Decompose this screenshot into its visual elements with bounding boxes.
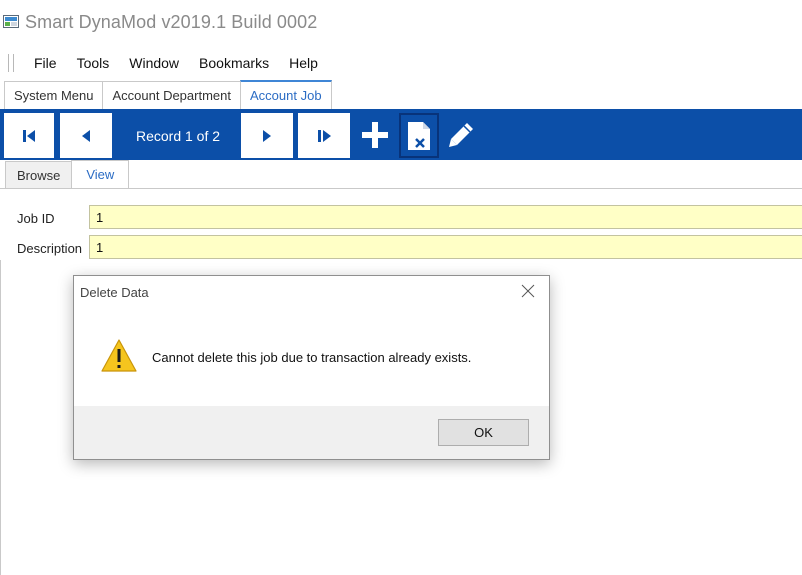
- menu-bookmarks[interactable]: Bookmarks: [189, 55, 279, 71]
- close-icon[interactable]: [520, 283, 536, 299]
- tab-system-menu[interactable]: System Menu: [4, 81, 104, 109]
- add-record-button[interactable]: [359, 119, 391, 151]
- panel-border: [0, 260, 1, 575]
- dialog-title: Delete Data: [80, 285, 149, 300]
- dialog-footer: OK: [74, 406, 549, 459]
- view-tabs: Browse View: [5, 160, 130, 188]
- document-tabs: System Menu Account Department Account J…: [4, 80, 332, 109]
- tab-view[interactable]: View: [71, 160, 130, 188]
- tab-account-job[interactable]: Account Job: [240, 80, 332, 109]
- previous-record-button[interactable]: [60, 113, 112, 158]
- first-record-button[interactable]: [4, 113, 54, 158]
- delete-record-button[interactable]: [399, 113, 439, 158]
- job-id-field[interactable]: 1: [89, 205, 802, 229]
- menu-help[interactable]: Help: [279, 55, 328, 71]
- next-record-icon: [263, 129, 271, 142]
- tab-divider: [0, 188, 802, 189]
- delete-data-dialog: Delete Data Cannot delete this job due t…: [73, 275, 550, 460]
- tab-account-department[interactable]: Account Department: [102, 81, 241, 109]
- next-record-button[interactable]: [241, 113, 293, 158]
- first-record-icon: [23, 129, 35, 142]
- record-position-label: Record 1 of 2: [135, 127, 221, 144]
- menu-window[interactable]: Window: [119, 55, 189, 71]
- record-navigator-toolbar: Record 1 of 2: [0, 109, 802, 160]
- menu-tools[interactable]: Tools: [67, 55, 120, 71]
- warning-icon: [100, 338, 138, 374]
- job-id-label: Job ID: [17, 211, 55, 226]
- delete-icon: [408, 121, 430, 150]
- menu-bar: File Tools Window Bookmarks Help: [0, 50, 802, 76]
- description-field[interactable]: 1: [89, 235, 802, 259]
- ok-button[interactable]: OK: [438, 419, 529, 446]
- edit-record-button[interactable]: [445, 119, 477, 151]
- last-record-button[interactable]: [298, 113, 350, 158]
- app-icon: [3, 15, 19, 29]
- menu-grip[interactable]: [8, 54, 14, 72]
- title-bar: Smart DynaMod v2019.1 Build 0002: [0, 0, 802, 44]
- previous-record-icon: [82, 129, 90, 142]
- menu-file[interactable]: File: [24, 55, 67, 71]
- description-label: Description: [17, 241, 83, 256]
- window-title: Smart DynaMod v2019.1 Build 0002: [25, 11, 318, 32]
- last-record-icon: [318, 129, 331, 142]
- dialog-message: Cannot delete this job due to transactio…: [152, 350, 472, 365]
- edit-icon: [449, 123, 473, 147]
- tab-browse[interactable]: Browse: [5, 161, 73, 188]
- add-icon: [362, 122, 388, 148]
